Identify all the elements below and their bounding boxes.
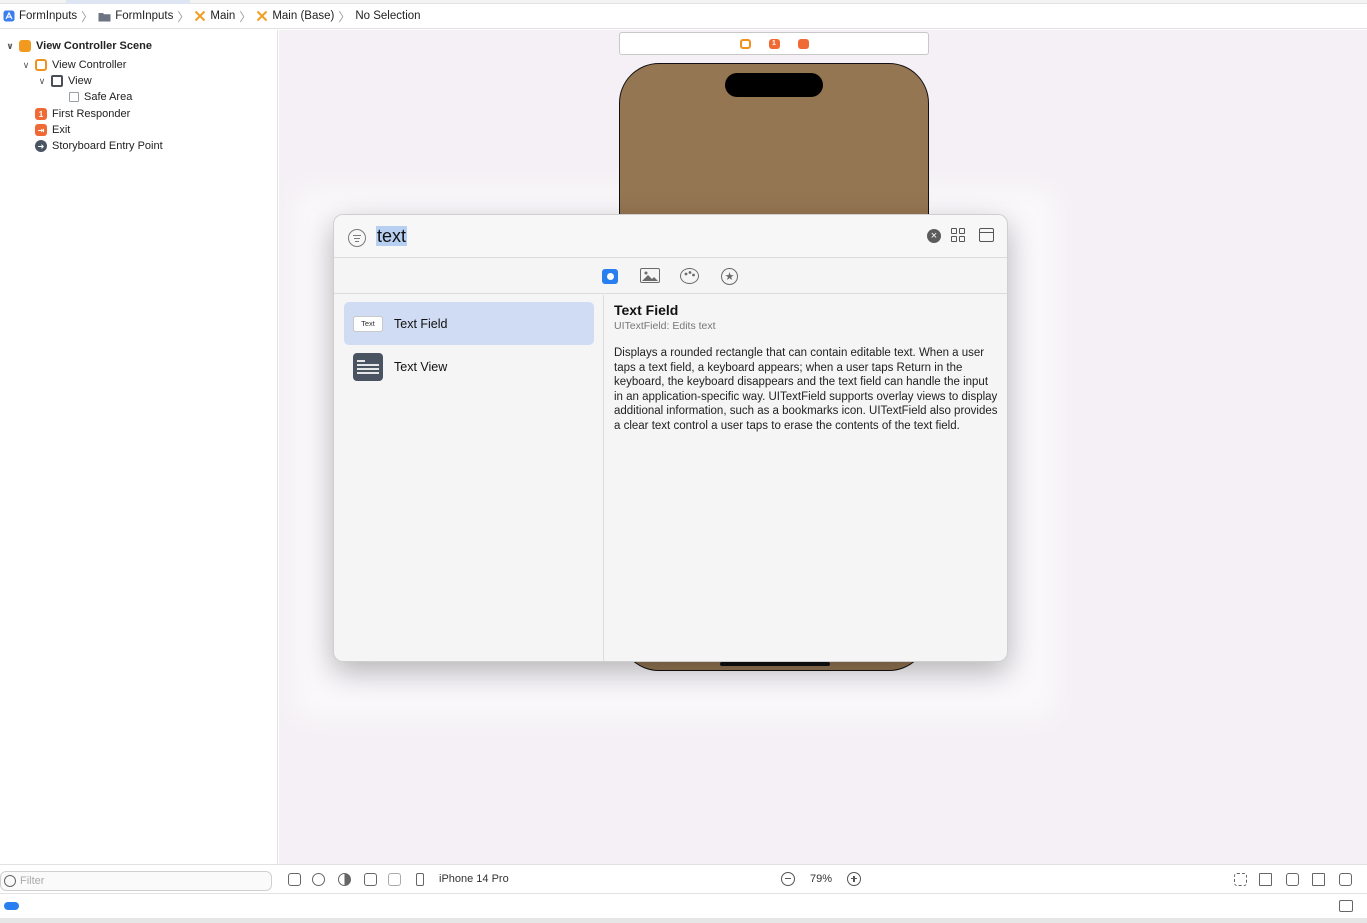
view-icon [51, 75, 63, 87]
update-frames-icon[interactable] [1234, 873, 1247, 886]
search-value: text [376, 226, 408, 246]
folder-icon [98, 12, 111, 21]
app-icon [3, 10, 15, 22]
outline-item-exit[interactable]: ⇥ Exit [32, 122, 70, 138]
detail-subtitle: UITextField: Edits text [614, 320, 716, 332]
outline-item-scene[interactable]: ∨ View Controller Scene [4, 38, 152, 54]
orientation-icon[interactable] [364, 873, 377, 886]
detail-description: Displays a rounded rectangle that can co… [614, 347, 998, 432]
detail-title: Text Field [614, 302, 679, 318]
text-view-icon [353, 352, 383, 381]
library-item-label: Text View [394, 359, 448, 374]
clear-search-icon[interactable]: × [927, 229, 941, 243]
breadcrumb-label: FormInputs [115, 10, 174, 22]
chevron-right-icon: 〉 [338, 9, 351, 24]
exit-icon: ⇥ [35, 124, 47, 136]
outline-label: First Responder [52, 108, 131, 120]
outline-filter-field[interactable]: Filter [0, 871, 272, 891]
chevron-right-icon: 〉 [239, 9, 252, 24]
detail-view-icon[interactable] [979, 228, 994, 242]
zoom-in-icon[interactable] [847, 872, 861, 886]
breadcrumb-label: No Selection [355, 10, 421, 22]
filter-placeholder: Filter [20, 875, 45, 887]
zoom-out-icon[interactable] [781, 872, 795, 886]
appearance-icon[interactable] [338, 873, 351, 886]
outline-label: Safe Area [84, 91, 133, 103]
chevron-right-icon: 〉 [177, 9, 190, 24]
outline-item-first-responder[interactable]: 1 First Responder [32, 106, 130, 122]
scene-dock[interactable]: 1 [619, 32, 929, 55]
chevron-right-icon: 〉 [81, 9, 94, 24]
filter-icon[interactable] [348, 229, 366, 247]
zoom-level[interactable]: 79% [810, 873, 832, 885]
breadcrumb-label: Main (Base) [272, 10, 335, 22]
outline-item-view[interactable]: ∨ View [36, 73, 92, 89]
grid-view-icon[interactable] [951, 228, 966, 243]
split-view-icon[interactable] [388, 873, 401, 886]
device-icon[interactable] [416, 873, 424, 886]
breadcrumb-item-project[interactable]: FormInputs [3, 10, 77, 22]
device-selector[interactable]: iPhone 14 Pro [439, 873, 509, 885]
chevron-down-icon[interactable]: ∨ [36, 76, 48, 87]
object-library-popover: text × ★ Text Text Field Text View Text … [333, 214, 1008, 662]
outline-item-safe-area[interactable]: Safe Area [66, 89, 132, 105]
align-icon[interactable] [1259, 873, 1272, 886]
library-item-text-field[interactable]: Text Text Field [344, 302, 594, 345]
accessibility-icon[interactable] [312, 873, 325, 886]
outline-toggle-icon[interactable] [288, 873, 301, 886]
safe-area-icon [69, 92, 79, 102]
breadcrumb-item-selection[interactable]: No Selection [355, 10, 420, 22]
library-search-input[interactable]: text [376, 226, 408, 247]
jump-bar: FormInputs 〉 FormInputs 〉 Main 〉 Main (B… [0, 4, 1367, 29]
media-tab-icon[interactable] [640, 268, 660, 283]
outline-item-view-controller[interactable]: ∨ View Controller [20, 57, 126, 73]
text-field-icon-label: Text [353, 315, 383, 332]
view-controller-icon [35, 59, 47, 71]
objects-tab-icon[interactable] [602, 269, 618, 284]
library-detail-pane: Text Field UITextField: Edits text Displ… [614, 302, 999, 433]
library-tabs: ★ [334, 258, 1007, 294]
chevron-down-icon[interactable]: ∨ [20, 60, 32, 71]
scene-icon [19, 40, 31, 52]
outline-label: Storyboard Entry Point [52, 140, 163, 152]
library-item-label: Text Field [394, 316, 448, 331]
outline-label: Exit [52, 124, 71, 136]
outline-label: View Controller [52, 59, 127, 71]
snippets-tab-icon[interactable]: ★ [721, 268, 738, 285]
add-constraints-icon[interactable] [1286, 873, 1299, 886]
breakpoints-toggle-icon[interactable] [4, 902, 19, 910]
outline-label: View Controller Scene [36, 40, 152, 52]
outline-label: View [68, 75, 92, 87]
editor-bottom-bar: Filter iPhone 14 Pro 79% [0, 864, 1367, 893]
breadcrumb-label: FormInputs [19, 10, 78, 22]
view-controller-icon[interactable] [739, 38, 751, 49]
first-responder-icon[interactable]: 1 [768, 38, 780, 49]
storyboard-icon [257, 10, 268, 22]
storyboard-icon [195, 10, 206, 22]
exit-icon[interactable] [797, 38, 809, 49]
window-bottom-edge [0, 918, 1367, 923]
library-item-text-view[interactable]: Text View [344, 345, 594, 388]
breadcrumb-item-folder[interactable]: FormInputs [98, 10, 173, 22]
breadcrumb-label: Main [210, 10, 236, 22]
filter-icon [4, 875, 16, 887]
resolve-issues-icon[interactable] [1312, 873, 1325, 886]
breadcrumb-item-storyboard[interactable]: Main [194, 10, 235, 22]
text-field-icon: Text [353, 310, 383, 338]
document-outline: ∨ View Controller Scene ∨ View Controlle… [0, 30, 278, 864]
embed-in-icon[interactable] [1339, 873, 1352, 886]
colors-tab-icon[interactable] [680, 268, 699, 284]
first-responder-icon: 1 [35, 108, 47, 120]
debug-area-toggle-icon[interactable] [1339, 900, 1353, 912]
status-bar [0, 893, 1367, 918]
chevron-down-icon[interactable]: ∨ [4, 41, 16, 52]
home-indicator [720, 662, 830, 666]
library-search-bar: text × [334, 215, 1007, 258]
library-results-list: Text Text Field Text View [334, 295, 604, 661]
outline-item-entry-point[interactable]: ➜ Storyboard Entry Point [32, 138, 163, 154]
breadcrumb-item-base[interactable]: Main (Base) [256, 10, 334, 22]
entry-point-icon: ➜ [35, 140, 47, 152]
dynamic-island [725, 73, 823, 97]
